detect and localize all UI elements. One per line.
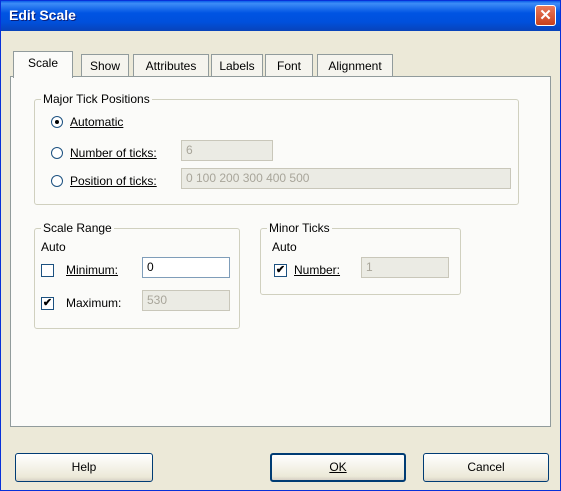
position-of-ticks-radio[interactable] bbox=[51, 175, 63, 187]
minor-ticks-auto-label: Auto bbox=[272, 240, 297, 254]
tab-scale[interactable]: Scale bbox=[13, 51, 73, 78]
close-button[interactable]: ✕ bbox=[535, 5, 556, 26]
tab-alignment[interactable]: Alignment bbox=[317, 54, 393, 78]
minor-number-field[interactable]: 1 bbox=[361, 257, 449, 278]
scale-range-title: Scale Range bbox=[41, 221, 114, 235]
minor-ticks-title: Minor Ticks bbox=[267, 221, 332, 235]
number-checkbox[interactable]: ✔ bbox=[274, 264, 287, 277]
check-icon: ✔ bbox=[275, 264, 286, 276]
tab-font[interactable]: Font bbox=[265, 54, 313, 78]
edit-scale-dialog: Edit Scale ✕ Scale Show Attributes Label… bbox=[0, 0, 561, 491]
number-label: Number: bbox=[294, 263, 341, 277]
dialog-title: Edit Scale bbox=[9, 7, 76, 23]
maximum-label: Maximum: bbox=[66, 296, 122, 310]
minimum-checkbox[interactable] bbox=[41, 264, 54, 277]
major-tick-positions-title: Major Tick Positions bbox=[41, 92, 152, 106]
number-of-ticks-label: Number of ticks: bbox=[70, 146, 157, 160]
minimum-label: Minimum: bbox=[66, 263, 119, 277]
position-of-ticks-label: Position of ticks: bbox=[70, 174, 157, 188]
help-button[interactable]: Help bbox=[15, 453, 153, 482]
tab-show[interactable]: Show bbox=[81, 54, 129, 78]
check-icon: ✔ bbox=[42, 297, 53, 309]
scale-range-auto-label: Auto bbox=[41, 240, 66, 254]
minimum-field[interactable]: 0 bbox=[142, 257, 230, 278]
tab-attributes[interactable]: Attributes bbox=[133, 54, 209, 78]
tab-labels[interactable]: Labels bbox=[211, 54, 263, 78]
cancel-button[interactable]: Cancel bbox=[423, 453, 549, 482]
automatic-radio[interactable] bbox=[51, 116, 63, 128]
maximum-checkbox[interactable]: ✔ bbox=[41, 297, 54, 310]
maximum-field[interactable]: 530 bbox=[142, 290, 230, 311]
automatic-label: Automatic bbox=[70, 115, 124, 129]
ok-button[interactable]: OK bbox=[270, 453, 406, 482]
close-icon: ✕ bbox=[539, 7, 552, 24]
title-bar[interactable]: Edit Scale ✕ bbox=[1, 1, 560, 31]
position-of-ticks-field[interactable]: 0 100 200 300 400 500 bbox=[181, 168, 511, 189]
number-of-ticks-field[interactable]: 6 bbox=[181, 140, 273, 161]
number-of-ticks-radio[interactable] bbox=[51, 147, 63, 159]
scale-tab-panel: Major Tick Positions Automatic Number of… bbox=[10, 76, 551, 427]
